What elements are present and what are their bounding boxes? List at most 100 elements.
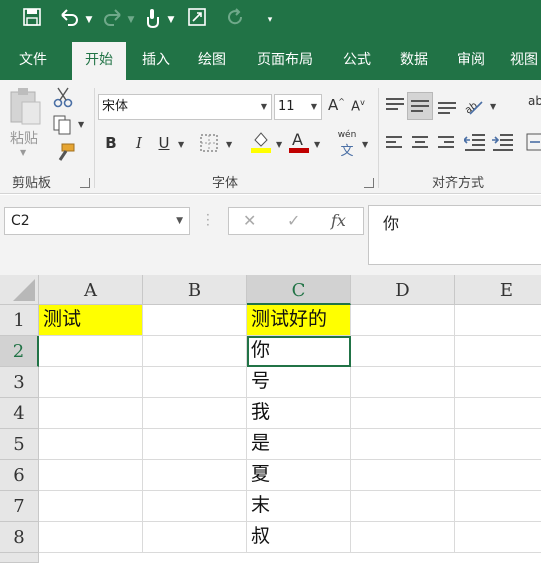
- cell-a4[interactable]: [39, 398, 143, 429]
- redo-dropdown-icon[interactable]: ▼: [126, 8, 136, 32]
- row-header[interactable]: 7: [0, 491, 39, 522]
- align-left-icon[interactable]: [386, 136, 402, 151]
- column-header-d[interactable]: D: [351, 275, 455, 305]
- cell-e2[interactable]: [455, 336, 541, 367]
- align-center-icon[interactable]: [412, 136, 428, 151]
- save-icon[interactable]: [22, 8, 42, 32]
- phonetic-dropdown-icon[interactable]: ▼: [362, 140, 368, 149]
- align-middle-icon[interactable]: [411, 100, 429, 115]
- increase-font-icon[interactable]: A^: [328, 96, 345, 114]
- row-header[interactable]: 6: [0, 460, 39, 491]
- decrease-font-icon[interactable]: Av: [350, 98, 366, 114]
- row-header[interactable]: 4: [0, 398, 39, 429]
- paste-dropdown-icon[interactable]: ▼: [20, 148, 26, 157]
- repeat-icon[interactable]: [224, 8, 246, 32]
- tab-data[interactable]: 数据: [390, 40, 438, 80]
- align-right-icon[interactable]: [438, 136, 454, 151]
- align-bottom-icon[interactable]: [438, 102, 456, 117]
- redo-icon[interactable]: [102, 8, 124, 32]
- increase-indent-icon[interactable]: [492, 132, 514, 152]
- formula-input[interactable]: 你: [368, 205, 541, 265]
- fill-color-dropdown-icon[interactable]: ▼: [276, 140, 282, 149]
- paste-icon[interactable]: [8, 86, 42, 126]
- copy-icon[interactable]: [52, 114, 74, 136]
- fill-color-icon[interactable]: [250, 130, 272, 154]
- format-painter-icon[interactable]: [54, 142, 76, 164]
- tab-page-layout[interactable]: 页面布局: [250, 40, 320, 80]
- tab-view[interactable]: 视图: [504, 40, 541, 80]
- column-header-e[interactable]: E: [455, 275, 541, 305]
- tab-home[interactable]: 开始: [72, 42, 126, 80]
- name-box-dropdown-icon[interactable]: ▼: [176, 208, 183, 234]
- cell-e5[interactable]: [455, 429, 541, 460]
- cell-c4[interactable]: 我: [247, 398, 351, 429]
- font-name-box[interactable]: 宋体 ▼: [98, 94, 272, 120]
- tab-formulas[interactable]: 公式: [334, 40, 380, 80]
- decrease-indent-icon[interactable]: [462, 132, 486, 152]
- font-name-dropdown-icon[interactable]: ▼: [261, 95, 267, 119]
- enter-icon[interactable]: ✓: [287, 208, 300, 234]
- font-size-box[interactable]: 11 ▼: [274, 94, 322, 120]
- italic-button[interactable]: I: [130, 134, 148, 152]
- cut-icon[interactable]: [52, 86, 74, 108]
- underline-button[interactable]: U: [156, 134, 172, 152]
- cell-d2[interactable]: [351, 336, 455, 367]
- cell-d6[interactable]: [351, 460, 455, 491]
- column-header-b[interactable]: B: [143, 275, 247, 305]
- font-color-icon[interactable]: A: [288, 130, 310, 154]
- cell-b8[interactable]: [143, 522, 247, 553]
- cell-c7[interactable]: 末: [247, 491, 351, 522]
- cell-c5[interactable]: 是: [247, 429, 351, 460]
- row-header[interactable]: [0, 553, 39, 563]
- insert-function-icon[interactable]: fx: [331, 208, 346, 234]
- cell-a1[interactable]: 测试: [39, 305, 143, 336]
- cell-b3[interactable]: [143, 367, 247, 398]
- wrap-text-icon[interactable]: ab: [528, 94, 541, 108]
- cell-c1[interactable]: 测试好的: [247, 305, 351, 336]
- tab-draw[interactable]: 绘图: [188, 40, 236, 80]
- touch-dropdown-icon[interactable]: ▼: [166, 8, 176, 32]
- underline-dropdown-icon[interactable]: ▼: [178, 140, 184, 149]
- clipboard-launcher-icon[interactable]: [80, 178, 90, 188]
- select-all-button[interactable]: [0, 275, 39, 305]
- cell-e6[interactable]: [455, 460, 541, 491]
- tab-insert[interactable]: 插入: [132, 40, 180, 80]
- cell-b2[interactable]: [143, 336, 247, 367]
- cell-c6[interactable]: 夏: [247, 460, 351, 491]
- cell-a7[interactable]: [39, 491, 143, 522]
- cell-d1[interactable]: [351, 305, 455, 336]
- cell-e4[interactable]: [455, 398, 541, 429]
- cell-a6[interactable]: [39, 460, 143, 491]
- font-color-dropdown-icon[interactable]: ▼: [314, 140, 320, 149]
- cell-b5[interactable]: [143, 429, 247, 460]
- row-header[interactable]: 3: [0, 367, 39, 398]
- tab-file[interactable]: 文件: [8, 40, 58, 80]
- cell-a8[interactable]: [39, 522, 143, 553]
- orientation-dropdown-icon[interactable]: ▼: [490, 102, 496, 111]
- undo-dropdown-icon[interactable]: ▼: [84, 8, 94, 32]
- cell-e1[interactable]: [455, 305, 541, 336]
- row-header[interactable]: 5: [0, 429, 39, 460]
- cell-e3[interactable]: [455, 367, 541, 398]
- customize-qat-icon[interactable]: ▾: [264, 8, 276, 32]
- cell-c3[interactable]: 号: [247, 367, 351, 398]
- orientation-icon[interactable]: ab: [462, 94, 486, 118]
- formula-bar-grip-icon[interactable]: · · ·: [206, 209, 210, 231]
- font-launcher-icon[interactable]: [364, 178, 374, 188]
- column-header-c[interactable]: C: [247, 275, 351, 305]
- cell-d8[interactable]: [351, 522, 455, 553]
- align-top-icon[interactable]: [386, 98, 404, 113]
- cell-d7[interactable]: [351, 491, 455, 522]
- cell-a2[interactable]: [39, 336, 143, 367]
- name-box[interactable]: C2 ▼: [4, 207, 190, 235]
- font-size-dropdown-icon[interactable]: ▼: [311, 95, 317, 119]
- cell-a5[interactable]: [39, 429, 143, 460]
- copy-dropdown-icon[interactable]: ▼: [78, 120, 84, 129]
- row-header[interactable]: 2: [0, 336, 39, 367]
- paste-label[interactable]: 粘贴: [10, 128, 38, 148]
- cancel-icon[interactable]: ✕: [243, 208, 256, 234]
- cell-c8[interactable]: 叔: [247, 522, 351, 553]
- cell-b4[interactable]: [143, 398, 247, 429]
- merge-center-icon[interactable]: [526, 132, 541, 152]
- cell-e8[interactable]: [455, 522, 541, 553]
